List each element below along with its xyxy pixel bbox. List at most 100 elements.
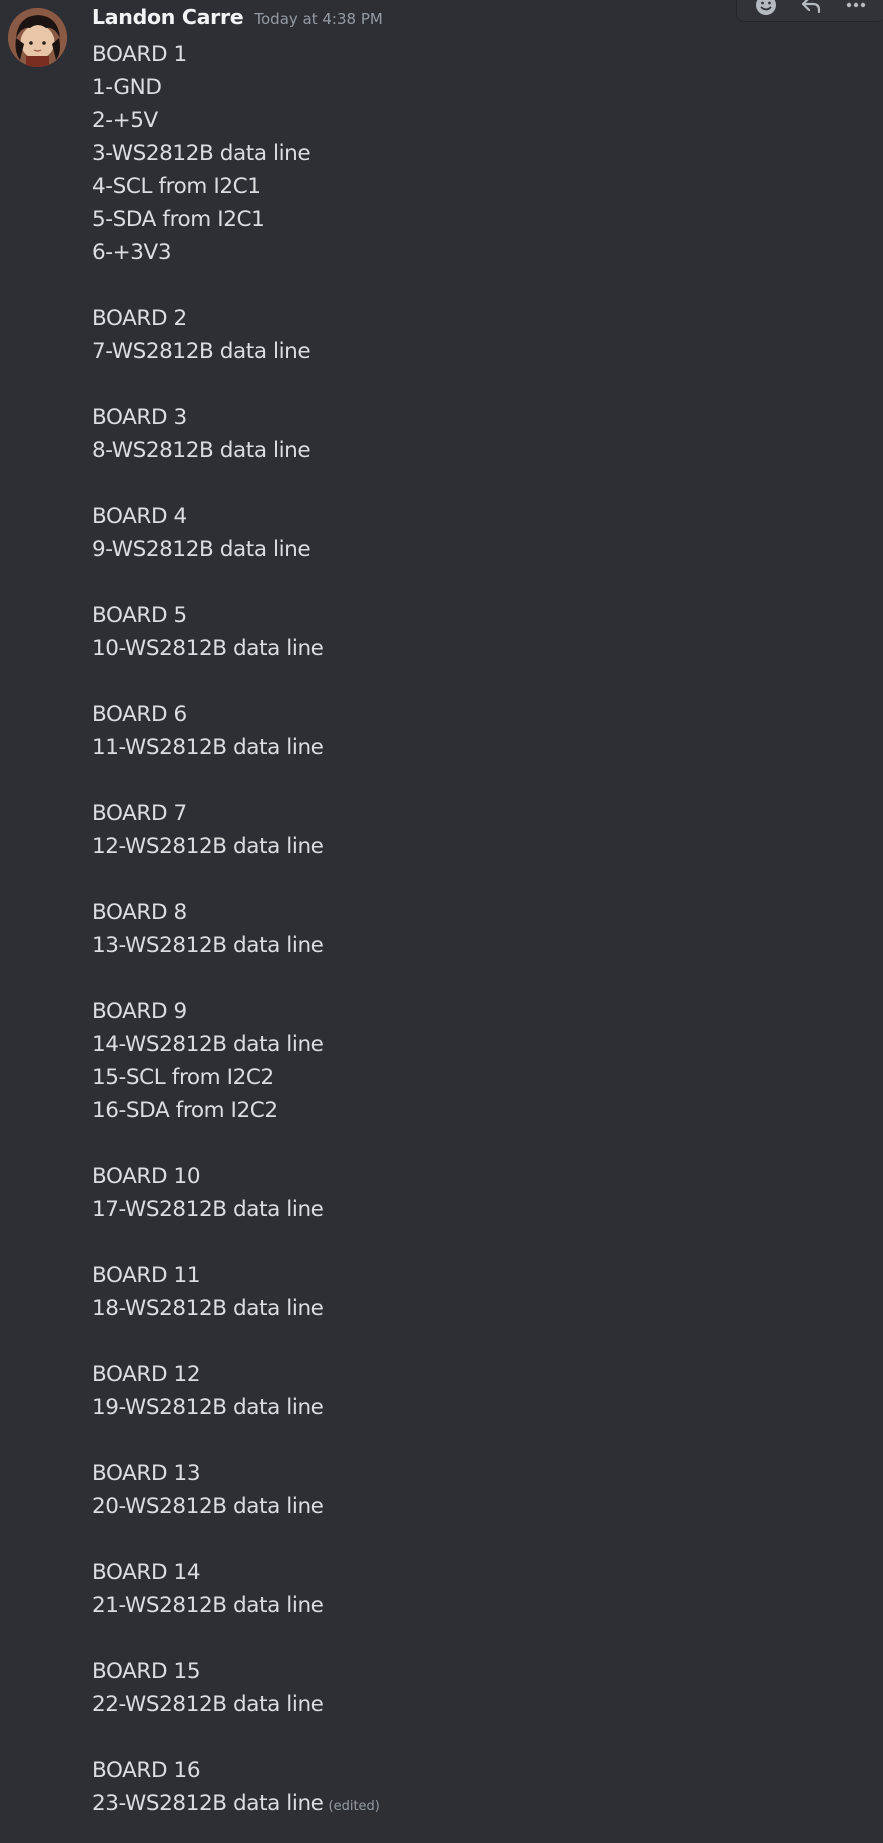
- message-line-text: 23-WS2812B data line: [92, 1791, 324, 1816]
- message-line-text: 15-SCL from I2C2: [92, 1065, 274, 1090]
- message-line-text: BOARD 2: [92, 306, 187, 331]
- avatar[interactable]: [8, 8, 67, 67]
- message-line-text: 7-WS2812B data line: [92, 339, 311, 364]
- more-icon[interactable]: [841, 0, 871, 20]
- message-header: Landon Carre Today at 4:38 PM: [92, 5, 383, 35]
- message-line: BOARD 5: [92, 599, 852, 632]
- message-line-text: 11-WS2812B data line: [92, 735, 324, 760]
- message-line: BOARD 2: [92, 302, 852, 335]
- message-line: 18-WS2812B data line: [92, 1292, 852, 1325]
- message-line: 6-+3V3: [92, 236, 852, 269]
- message-line: 1-GND: [92, 71, 852, 104]
- message-line-text: BOARD 13: [92, 1461, 201, 1486]
- message-line: 21-WS2812B data line: [92, 1589, 852, 1622]
- message-line-text: 14-WS2812B data line: [92, 1032, 324, 1057]
- message-line: BOARD 1: [92, 38, 852, 71]
- message-line-text: BOARD 7: [92, 801, 187, 826]
- emoji-icon[interactable]: [751, 0, 781, 20]
- message-line: 20-WS2812B data line: [92, 1490, 852, 1523]
- message-line-text: 13-WS2812B data line: [92, 933, 324, 958]
- message-timestamp[interactable]: Today at 4:38 PM: [254, 10, 382, 28]
- message-line-text: 19-WS2812B data line: [92, 1395, 324, 1420]
- message-line-text: 9-WS2812B data line: [92, 537, 311, 562]
- reply-icon[interactable]: [796, 0, 826, 20]
- message-line: BOARD 10: [92, 1160, 852, 1193]
- message-line-text: 6-+3V3: [92, 240, 172, 265]
- message-toolbar: [736, 0, 883, 22]
- message-line-text: 20-WS2812B data line: [92, 1494, 324, 1519]
- message-line: BOARD 7: [92, 797, 852, 830]
- message-line: 2-+5V: [92, 104, 852, 137]
- message-line-text: 18-WS2812B data line: [92, 1296, 324, 1321]
- message-line-text: 2-+5V: [92, 108, 158, 133]
- message-line-text: BOARD 15: [92, 1659, 201, 1684]
- message-line-text: BOARD 16: [92, 1758, 201, 1783]
- message-line-text: 16-SDA from I2C2: [92, 1098, 278, 1123]
- message-line: 23-WS2812B data line (edited): [92, 1787, 852, 1820]
- message-line: 22-WS2812B data line: [92, 1688, 852, 1721]
- message-line-text: BOARD 1: [92, 42, 187, 67]
- message-line-text: BOARD 8: [92, 900, 187, 925]
- message-line: 9-WS2812B data line: [92, 533, 852, 566]
- message-line: BOARD 9: [92, 995, 852, 1028]
- message-line: 4-SCL from I2C1: [92, 170, 852, 203]
- message-content: BOARD 1 1-GND 2-+5V 3-WS2812B data line 4-SC…: [92, 38, 852, 1820]
- message-line: 5-SDA from I2C1: [92, 203, 852, 236]
- message-line: BOARD 16: [92, 1754, 852, 1787]
- message-line: BOARD 12: [92, 1358, 852, 1391]
- message-line-text: BOARD 3: [92, 405, 187, 430]
- message-line: 3-WS2812B data line: [92, 137, 852, 170]
- message-line-text: 8-WS2812B data line: [92, 438, 311, 463]
- message-line: 15-SCL from I2C2: [92, 1061, 852, 1094]
- message-line: BOARD 8: [92, 896, 852, 929]
- message-line-text: 10-WS2812B data line: [92, 636, 324, 661]
- message-line-text: 5-SDA from I2C1: [92, 207, 265, 232]
- message-line: 10-WS2812B data line: [92, 632, 852, 665]
- message-line: BOARD 3: [92, 401, 852, 434]
- message-line: BOARD 6: [92, 698, 852, 731]
- message-line: 13-WS2812B data line: [92, 929, 852, 962]
- chat-message: Landon Carre Today at 4:38 PM BOARD 1 1-G…: [0, 0, 883, 1843]
- message-line-text: 12-WS2812B data line: [92, 834, 324, 859]
- username[interactable]: Landon Carre: [92, 5, 244, 29]
- message-line-text: 22-WS2812B data line: [92, 1692, 324, 1717]
- message-line: BOARD 4: [92, 500, 852, 533]
- message-line: BOARD 15: [92, 1655, 852, 1688]
- message-line: 7-WS2812B data line: [92, 335, 852, 368]
- message-line: BOARD 14: [92, 1556, 852, 1589]
- message-line: 19-WS2812B data line: [92, 1391, 852, 1424]
- message-line: 16-SDA from I2C2: [92, 1094, 852, 1127]
- message-line: 17-WS2812B data line: [92, 1193, 852, 1226]
- message-line-text: BOARD 4: [92, 504, 187, 529]
- message-line: 11-WS2812B data line: [92, 731, 852, 764]
- message-line-text: BOARD 5: [92, 603, 187, 628]
- message-line-text: BOARD 14: [92, 1560, 201, 1585]
- message-line-text: 17-WS2812B data line: [92, 1197, 324, 1222]
- message-line: BOARD 11: [92, 1259, 852, 1292]
- message-line-text: 21-WS2812B data line: [92, 1593, 324, 1618]
- message-line-text: 1-GND: [92, 75, 162, 100]
- message-line: 8-WS2812B data line: [92, 434, 852, 467]
- message-line-text: BOARD 11: [92, 1263, 201, 1288]
- edited-label[interactable]: (edited): [329, 1799, 380, 1814]
- message-line: BOARD 13: [92, 1457, 852, 1490]
- message-line: 12-WS2812B data line: [92, 830, 852, 863]
- message-line-text: BOARD 6: [92, 702, 187, 727]
- message-line-text: BOARD 10: [92, 1164, 201, 1189]
- message-line-text: 3-WS2812B data line: [92, 141, 311, 166]
